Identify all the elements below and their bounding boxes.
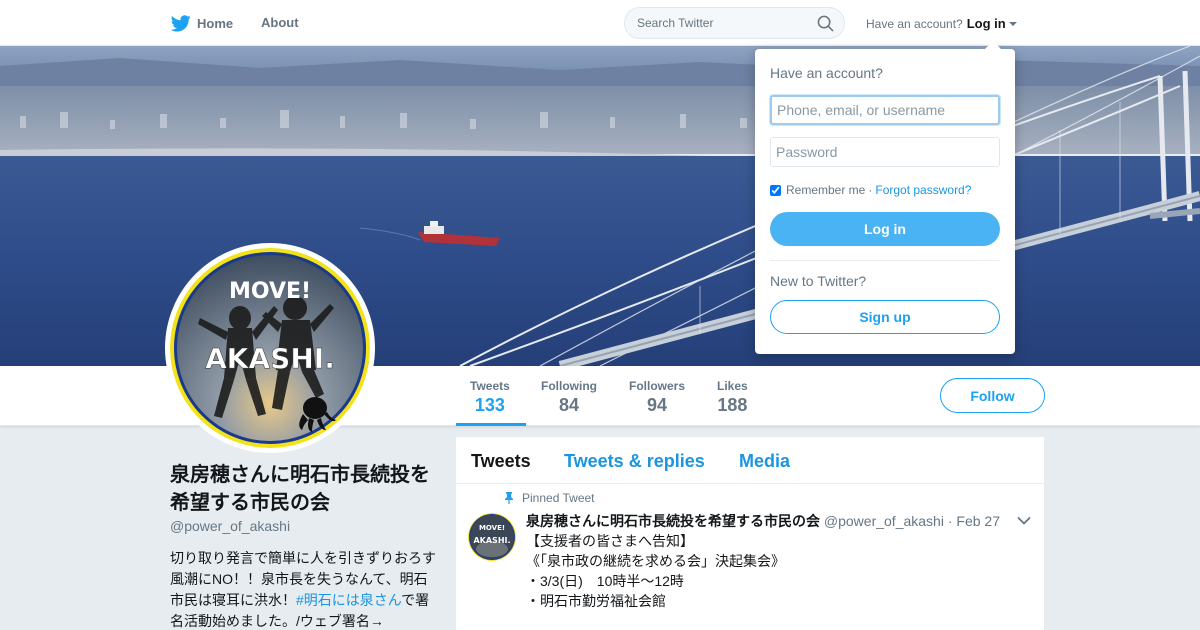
tweet-line: 【支援者の皆さまへ告知】 <box>526 533 694 549</box>
stat-value: 188 <box>717 395 748 415</box>
profile-handle[interactable]: @power_of_akashi <box>170 518 290 534</box>
stat-label: Following <box>541 379 597 393</box>
avatar-logo-line1: MOVE! <box>229 279 311 304</box>
timeline: Tweets Tweets & replies Media Pinned Twe… <box>456 437 1044 630</box>
search-input[interactable] <box>637 16 807 30</box>
tweet-avatar[interactable]: MOVE! AKASHI. <box>468 513 516 561</box>
stat-value: 94 <box>646 395 668 415</box>
nav-home-link[interactable]: Home <box>171 15 233 32</box>
stat-value: 133 <box>474 395 505 415</box>
login-dropdown-title: Have an account? <box>770 65 883 81</box>
tweet-avatar-logo-line1: MOVE! <box>479 524 505 532</box>
tab-media[interactable]: Media <box>739 451 790 472</box>
stat-following[interactable]: Following 84 <box>541 379 597 416</box>
tweet-header: 泉房穂さんに明石市長続投を希望する市民の会 @power_of_akashi ·… <box>526 511 1000 531</box>
top-navigation: Home About Have an account? Log in <box>0 0 1200 46</box>
profile-name[interactable]: 泉房穂さんに明石市長続投を希望する市民の会 <box>170 461 440 517</box>
tweet-author-name[interactable]: 泉房穂さんに明石市長続投を希望する市民の会 <box>526 513 820 529</box>
tweet-avatar-logo-line2: AKASHI. <box>473 536 510 545</box>
stat-label: Tweets <box>470 379 510 393</box>
bio-hashtag-link[interactable]: #明石には泉さん <box>296 592 401 608</box>
username-field[interactable] <box>770 95 1000 125</box>
follow-button[interactable]: Follow <box>940 378 1045 413</box>
search-box <box>624 7 845 39</box>
login-button[interactable]: Log in <box>770 212 1000 246</box>
timeline-tabs: Tweets Tweets & replies Media <box>456 437 1044 484</box>
twitter-bird-icon <box>171 15 191 32</box>
tweet-date[interactable]: Feb 27 <box>956 513 1000 529</box>
stat-label: Followers <box>629 379 686 393</box>
remember-separator: · <box>868 183 873 197</box>
pinned-label-text: Pinned Tweet <box>522 491 595 505</box>
new-to-twitter-label: New to Twitter? <box>770 273 867 289</box>
stat-value: 84 <box>558 395 580 415</box>
profile-bio: 切り取り発言で簡単に人を引きずりおろす風潮にNO！！泉市長を失うなんて、明石市民… <box>170 548 440 630</box>
tab-tweets-replies[interactable]: Tweets & replies <box>564 451 705 472</box>
tweet-line: ・3/3(日) 10時半～12時 <box>526 573 684 589</box>
tweet-separator: · <box>947 513 953 529</box>
login-dropdown: Have an account? Remember me · Forgot pa… <box>755 41 1015 354</box>
account-menu[interactable]: Have an account? Log in <box>866 16 1017 31</box>
divider <box>770 260 1000 261</box>
nav-home-label: Home <box>197 16 234 31</box>
stat-label: Likes <box>717 379 748 393</box>
remember-me-label[interactable]: Remember me <box>786 183 865 197</box>
pinned-tweet[interactable]: Pinned Tweet MOVE! AKASHI. 泉房穂さんに明石市長続投を… <box>456 485 1044 630</box>
tab-tweets[interactable]: Tweets <box>471 451 531 472</box>
password-field[interactable] <box>770 137 1000 167</box>
avatar-image: MOVE! AKASHI. <box>170 248 370 448</box>
stat-tweets[interactable]: Tweets 133 <box>470 379 510 416</box>
nav-about-link[interactable]: About <box>261 15 299 30</box>
remember-me-checkbox[interactable] <box>770 184 781 196</box>
avatar-logo-line2: AKASHI. <box>205 342 335 375</box>
chevron-down-icon[interactable] <box>1017 516 1031 526</box>
profile-avatar[interactable]: MOVE! AKASHI. <box>165 243 375 453</box>
tweet-line: ・明石市勤労福祉会館 <box>526 593 666 609</box>
tweet-author-handle[interactable]: @power_of_akashi <box>824 513 944 529</box>
pin-icon <box>505 492 513 504</box>
tweet-body: 【支援者の皆さまへ告知】 《「泉市政の継続を求める会」決起集会》 ・3/3(日)… <box>526 531 785 611</box>
chevron-down-icon[interactable] <box>1008 21 1017 26</box>
tweet-line: 《「泉市政の継続を求める会」決起集会》 <box>526 553 785 569</box>
forgot-password-link[interactable]: Forgot password? <box>875 183 971 197</box>
remember-me-row: Remember me · Forgot password? <box>770 183 971 197</box>
stat-likes[interactable]: Likes 188 <box>717 379 748 416</box>
pinned-label: Pinned Tweet <box>504 491 595 505</box>
search-icon[interactable] <box>817 15 834 32</box>
stat-followers[interactable]: Followers 94 <box>629 379 685 416</box>
signup-button[interactable]: Sign up <box>770 300 1000 334</box>
account-prompt: Have an account? <box>866 16 963 31</box>
login-menu-button[interactable]: Log in <box>967 16 1006 31</box>
active-stat-indicator <box>456 423 526 426</box>
